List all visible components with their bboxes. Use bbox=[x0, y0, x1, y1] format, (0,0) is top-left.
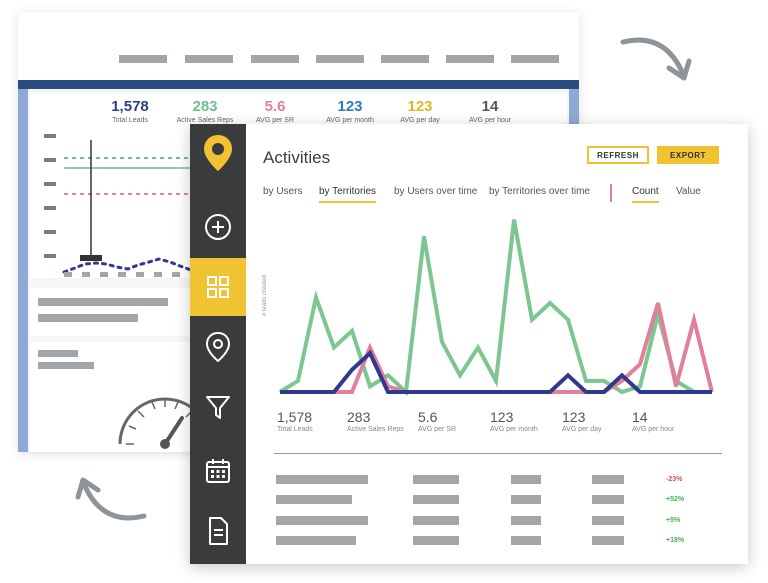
stat-value: 14 bbox=[632, 409, 648, 425]
stat-active-sales-reps: 283 Active Sales Reps bbox=[347, 409, 404, 433]
dashboard-grid-icon[interactable] bbox=[190, 258, 246, 316]
stat-label: AVG per day bbox=[562, 426, 602, 433]
row-placeholder bbox=[276, 495, 352, 504]
stat-value: 123 bbox=[407, 98, 433, 115]
stat-value: 5.6 bbox=[418, 409, 438, 425]
change-value: +18% bbox=[666, 537, 685, 544]
top-navigation bbox=[18, 12, 579, 80]
toggle-count[interactable]: Count bbox=[632, 186, 659, 203]
calendar-icon[interactable] bbox=[190, 442, 246, 500]
logo-pin-icon[interactable] bbox=[190, 124, 246, 182]
row-placeholder bbox=[592, 475, 624, 484]
change-value: +5% bbox=[666, 517, 681, 524]
stat-value: 1,578 bbox=[277, 409, 313, 425]
row-placeholder bbox=[276, 475, 368, 484]
tab-by-users[interactable]: by Users bbox=[263, 186, 302, 197]
text-placeholder bbox=[38, 298, 168, 306]
document-icon[interactable] bbox=[190, 502, 246, 560]
text-placeholder bbox=[38, 362, 94, 369]
stat-avg-per-day: 123 AVG per day bbox=[562, 409, 602, 433]
refresh-arrow-bottom-icon bbox=[75, 477, 147, 521]
change-value: +52% bbox=[666, 496, 685, 503]
tab-by-territories[interactable]: by Territories bbox=[319, 186, 377, 203]
row-placeholder bbox=[511, 536, 541, 545]
tab-divider bbox=[610, 184, 612, 202]
stat-label: Active Sales Reps bbox=[347, 426, 404, 433]
nav-placeholder[interactable] bbox=[381, 55, 429, 63]
refresh-button[interactable]: REFRESH bbox=[587, 146, 649, 164]
export-button[interactable]: EXPORT bbox=[657, 146, 719, 164]
nav-placeholder[interactable] bbox=[251, 55, 299, 63]
series-line-0 bbox=[278, 219, 712, 397]
section-divider bbox=[274, 453, 722, 454]
nav-placeholder[interactable] bbox=[185, 55, 233, 63]
stat-label: AVG per month bbox=[490, 426, 538, 433]
tab-by-territories-over-time[interactable]: by Territories over time bbox=[489, 186, 590, 197]
stat-label: AVG per SR bbox=[418, 426, 456, 433]
back-stat: 123 AVG per month bbox=[320, 98, 380, 124]
row-placeholder bbox=[413, 536, 459, 545]
stat-total-leads: 1,578 Total Leads bbox=[277, 409, 313, 433]
chart-y-axis-label: # leads created bbox=[262, 274, 268, 316]
tab-by-users-over-time[interactable]: by Users over time bbox=[394, 186, 477, 197]
refresh-arrow-top-icon bbox=[620, 37, 692, 81]
row-placeholder bbox=[413, 516, 459, 525]
main-content: Activities REFRESH EXPORT by Users by Te… bbox=[246, 124, 748, 564]
left-border bbox=[18, 89, 28, 452]
stat-value: 123 bbox=[337, 98, 363, 115]
back-stat: 283 Active Sales Reps bbox=[175, 98, 235, 124]
text-placeholder bbox=[38, 314, 138, 322]
stat-value: 123 bbox=[490, 409, 514, 425]
text-placeholder bbox=[38, 350, 78, 357]
row-placeholder bbox=[592, 495, 624, 504]
stat-value: 283 bbox=[192, 98, 218, 115]
nav-placeholder[interactable] bbox=[316, 55, 364, 63]
row-placeholder bbox=[276, 536, 356, 545]
nav-placeholder[interactable] bbox=[119, 55, 167, 63]
stat-label: Total Leads bbox=[277, 426, 313, 433]
activities-dashboard-card: Activities REFRESH EXPORT by Users by Te… bbox=[190, 124, 748, 564]
activities-line-chart bbox=[278, 219, 714, 397]
nav-placeholder[interactable] bbox=[446, 55, 494, 63]
location-pin-icon[interactable] bbox=[190, 318, 246, 376]
filter-icon[interactable] bbox=[190, 378, 246, 436]
stat-value: 14 bbox=[481, 98, 499, 115]
back-stat: 1,578 Total Leads bbox=[105, 98, 155, 124]
stat-label: AVG per hour bbox=[632, 426, 675, 433]
row-placeholder bbox=[592, 536, 624, 545]
stat-avg-per-hour: 14 AVG per hour bbox=[632, 409, 674, 433]
stat-value: 283 bbox=[347, 409, 371, 425]
toggle-value[interactable]: Value bbox=[676, 186, 701, 197]
row-placeholder bbox=[413, 495, 459, 504]
back-stat: 14 AVG per hour bbox=[460, 98, 520, 124]
row-placeholder bbox=[511, 475, 541, 484]
row-placeholder bbox=[276, 516, 368, 525]
row-placeholder bbox=[592, 516, 624, 525]
row-placeholder bbox=[413, 475, 459, 484]
stat-value: 1,578 bbox=[111, 98, 149, 115]
back-stat: 123 AVG per day bbox=[390, 98, 450, 124]
stat-value: 5.6 bbox=[264, 98, 286, 115]
sidebar bbox=[190, 124, 246, 564]
back-stat: 5.6 AVG per SR bbox=[250, 98, 300, 124]
row-placeholder bbox=[511, 516, 541, 525]
stat-avg-per-month: 123 AVG per month bbox=[490, 409, 538, 433]
page-title: Activities bbox=[263, 148, 331, 167]
change-value: -23% bbox=[666, 476, 683, 483]
row-placeholder bbox=[511, 495, 541, 504]
header-accent-bar bbox=[18, 80, 579, 89]
add-circle-icon[interactable] bbox=[190, 198, 246, 256]
stat-avg-per-sr: 5.6 AVG per SR bbox=[418, 409, 456, 433]
nav-placeholder[interactable] bbox=[511, 55, 559, 63]
stat-value: 123 bbox=[562, 409, 586, 425]
